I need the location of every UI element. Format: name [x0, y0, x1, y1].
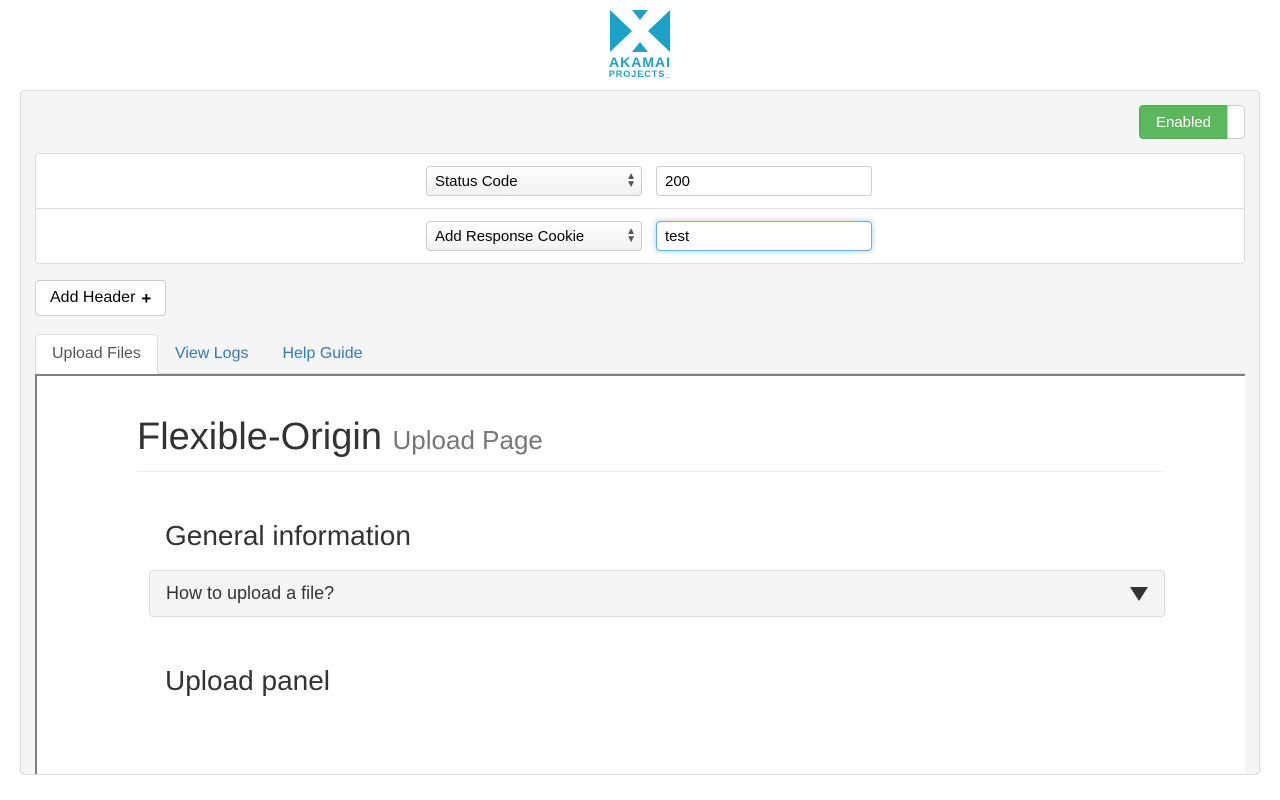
page-title: Flexible-Origin Upload Page: [137, 416, 1165, 472]
header-row: Add Response Cookie ▲▼: [36, 208, 1244, 263]
brand-sub: PROJECTS_: [600, 69, 680, 79]
brand-logo: AKAMAI PROJECTS_: [0, 0, 1280, 86]
add-header-label: Add Header: [50, 289, 135, 307]
header-row: Status Code ▲▼: [36, 154, 1244, 208]
enabled-toggle-handle: [1227, 105, 1245, 139]
main-panel: Enabled Status Code ▲▼ Add Resp: [20, 90, 1260, 775]
header-type-select[interactable]: Add Response Cookie: [426, 221, 642, 251]
tab-upload-files[interactable]: Upload Files: [35, 334, 158, 374]
headers-table: Status Code ▲▼ Add Response Cookie ▲▼: [35, 153, 1245, 264]
page-title-main: Flexible-Origin: [137, 416, 382, 458]
accordion-label: How to upload a file?: [166, 583, 334, 604]
header-type-select[interactable]: Status Code: [426, 166, 642, 196]
section-upload-panel: Upload panel: [165, 665, 1165, 697]
tabs: Upload Files View Logs Help Guide: [35, 334, 1245, 374]
page-title-sub: Upload Page: [393, 425, 543, 455]
header-value-input[interactable]: [656, 221, 872, 251]
chevron-down-icon: [1130, 587, 1148, 601]
section-general-info: General information: [165, 520, 1165, 552]
logo-x-icon: [610, 10, 670, 52]
add-header-button[interactable]: Add Header +: [35, 280, 166, 316]
accordion-how-to-upload[interactable]: How to upload a file?: [149, 570, 1165, 617]
enabled-toggle-label: Enabled: [1139, 105, 1227, 139]
brand-name: AKAMAI: [600, 54, 680, 70]
enabled-toggle[interactable]: Enabled: [1139, 105, 1245, 139]
plus-icon: +: [141, 290, 151, 307]
header-value-input[interactable]: [656, 166, 872, 196]
tab-help-guide[interactable]: Help Guide: [265, 334, 379, 374]
tab-content-upload: Flexible-Origin Upload Page General info…: [35, 374, 1245, 774]
tab-view-logs[interactable]: View Logs: [158, 334, 266, 374]
